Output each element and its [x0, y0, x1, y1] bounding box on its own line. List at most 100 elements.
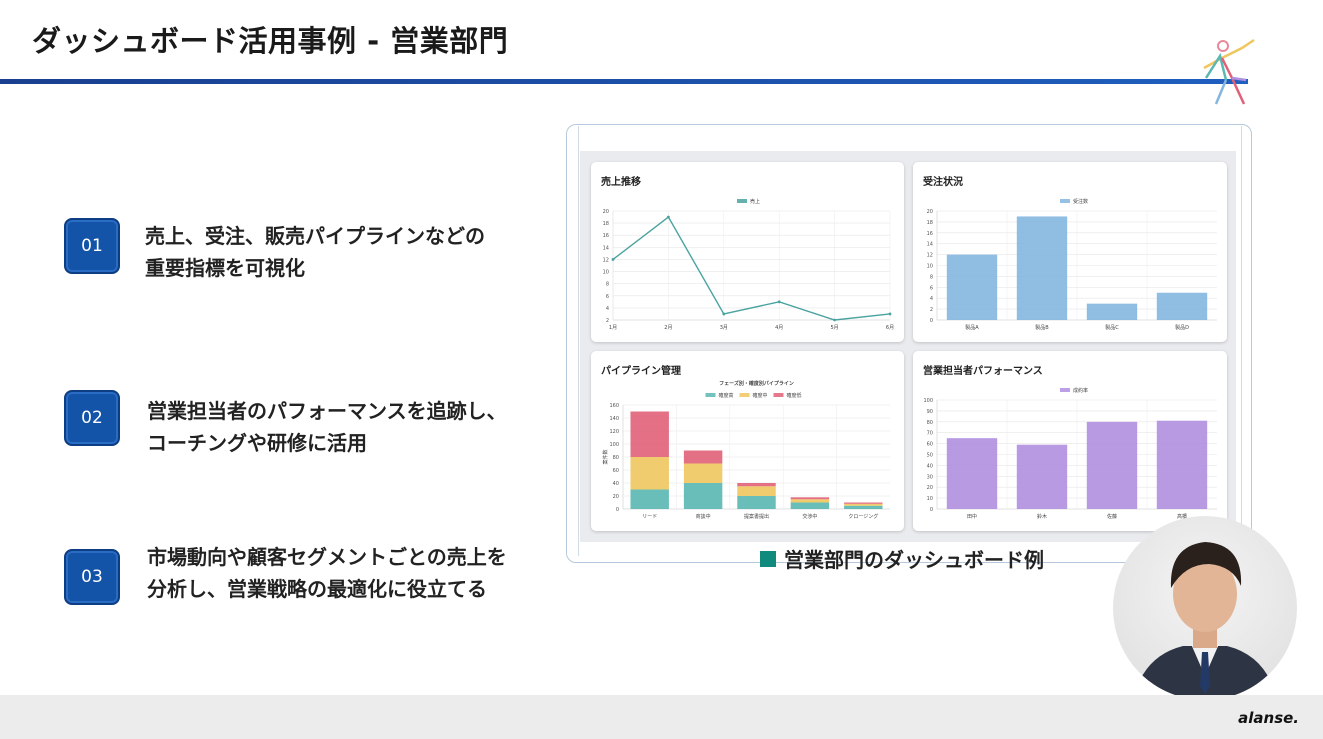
legend-label: 受注数	[1073, 198, 1088, 205]
bar	[683, 450, 723, 464]
y-axis-label: 案件数	[602, 449, 609, 464]
series-line	[612, 216, 891, 321]
y-tick-label: 100	[609, 442, 619, 448]
y-tick-label: 10	[927, 496, 933, 502]
y-tick-label: 2	[930, 307, 933, 313]
data-point	[722, 312, 726, 316]
chart-subtitle: フェーズ別・確度別パイプライン	[719, 380, 794, 387]
y-tick-label: 30	[927, 474, 933, 480]
orders-chart: 0 2 4 6 8 10 12 14 16 18 20 受注数製品A 製品B 製品C 製品D	[927, 198, 1217, 331]
y-tick-label: 14	[603, 245, 609, 251]
y-tick-label: 14	[927, 242, 933, 248]
x-tick-label: 6月	[886, 325, 894, 331]
number-badge: 03	[64, 549, 120, 605]
point-text: 市場動向や顧客セグメントごとの売上を 分析し、営業戦略の最適化に役立てる	[147, 541, 547, 605]
x-tick-label: 4月	[775, 325, 783, 331]
caption-square-icon	[760, 550, 776, 567]
x-tick-label: 鈴木	[1037, 513, 1047, 520]
x-tick-label: 商談中	[696, 513, 711, 520]
y-tick-label: 16	[927, 231, 933, 237]
orders-card: 受注状況 0 2 4 6 8 10 12 14 16 18 20 受注数 製品A 製品B 製品C 製品D	[913, 162, 1227, 342]
y-tick-label: 40	[613, 481, 619, 487]
x-tick-label: クロージング	[848, 513, 878, 520]
y-tick-label: 16	[603, 233, 609, 239]
y-tick-label: 0	[930, 507, 933, 513]
legend-swatch	[739, 393, 750, 397]
legend-label: 成約率	[1073, 387, 1088, 394]
y-tick-label: 20	[613, 494, 619, 500]
data-point	[667, 215, 670, 219]
y-tick-label: 50	[927, 453, 933, 459]
legend-swatch	[737, 199, 747, 203]
x-tick-label: リード	[642, 514, 657, 520]
performance-chart: 0102030405060708090100成約率田中 鈴木 佐藤 高橋	[923, 387, 1217, 520]
y-tick-label: 10	[603, 270, 609, 276]
bar	[737, 483, 776, 487]
y-tick-label: 18	[603, 221, 609, 227]
dashboard-screenshot: 売上推移 2 4 6 8 10 12 14 16 18 20 売上 1月 2月 3月 4月 5月 6月 受注状況…	[580, 151, 1236, 542]
legend-label: 確度低	[787, 392, 802, 399]
y-tick-label: 20	[603, 209, 609, 215]
data-point	[611, 258, 615, 261]
y-tick-label: 8	[606, 282, 609, 288]
y-tick-label: 20	[927, 209, 933, 215]
bar	[683, 463, 723, 483]
y-tick-label: 0	[616, 507, 619, 513]
y-tick-label: 20	[927, 485, 933, 491]
y-tick-label: 8	[930, 274, 933, 280]
y-tick-label: 160	[609, 403, 619, 409]
y-tick-label: 80	[613, 455, 619, 461]
bar	[946, 254, 998, 320]
x-tick-label: 製品B	[1035, 324, 1049, 331]
point-02: 02 営業担当者のパフォーマンスを追跡し、 コーチングや研修に活用	[64, 390, 547, 459]
slide-title: ダッシュボード活用事例 - 営業部門	[32, 24, 509, 58]
legend-label: 売上	[750, 198, 760, 205]
data-point	[833, 318, 836, 322]
y-tick-label: 18	[927, 220, 933, 226]
x-tick-label: 製品C	[1105, 324, 1119, 331]
point-text: 営業担当者のパフォーマンスを追跡し、 コーチングや研修に活用	[147, 395, 547, 459]
x-tick-label: 3月	[720, 325, 728, 331]
y-tick-label: 60	[927, 442, 933, 448]
y-tick-label: 140	[609, 416, 619, 422]
presenter-video	[1113, 516, 1297, 700]
title-underline	[0, 79, 1248, 84]
bar	[737, 496, 776, 509]
y-tick-label: 10	[927, 264, 933, 270]
bar	[630, 457, 669, 490]
legend-swatch	[1060, 199, 1070, 203]
bar	[630, 411, 669, 457]
bar	[1086, 421, 1138, 509]
performance-card: 営業担当者パフォーマンス 0 10 20 30 40 50 60 70 80 90 100 成約率 田中…	[913, 351, 1227, 531]
footer-bar: alanse.	[0, 695, 1323, 739]
point-03: 03 市場動向や顧客セグメントごとの売上を 分析し、営業戦略の最適化に役立てる	[64, 545, 547, 605]
legend-label: 確度高	[719, 392, 734, 399]
y-tick-label: 6	[606, 294, 609, 300]
dashboard-caption: 営業部門のダッシュボード例	[760, 544, 1044, 573]
y-tick-label: 2	[606, 318, 609, 324]
y-tick-label: 90	[927, 409, 933, 415]
data-point	[888, 312, 892, 316]
number-badge: 02	[64, 390, 120, 446]
bar	[737, 486, 776, 496]
bar	[790, 499, 830, 503]
point-line: 分析し、営業戦略の最適化に役立てる	[147, 577, 487, 601]
number-badge: 01	[64, 218, 120, 274]
bar	[1086, 303, 1138, 320]
x-tick-label: 1月	[609, 325, 617, 331]
y-tick-label: 0	[930, 318, 933, 324]
x-tick-label: 提案書提出	[744, 513, 769, 520]
data-point	[777, 300, 781, 304]
x-tick-label: 佐藤	[1107, 513, 1117, 520]
y-tick-label: 12	[927, 253, 933, 259]
point-line: 売上、受注、販売パイプラインなどの	[145, 224, 485, 248]
y-tick-label: 80	[927, 420, 933, 426]
x-tick-label: 製品A	[965, 324, 979, 331]
legend-swatch	[705, 393, 716, 397]
point-line: 営業担当者のパフォーマンスを追跡し、	[147, 399, 507, 423]
presenter-avatar-icon	[1133, 542, 1277, 700]
sales-trend-card: 売上推移 2 4 6 8 10 12 14 16 18 20 売上 1月 2月 3月 4月 5月 6月	[591, 162, 904, 342]
x-tick-label: 交渉中	[802, 513, 817, 520]
y-tick-label: 120	[609, 429, 619, 435]
bar	[844, 503, 883, 506]
